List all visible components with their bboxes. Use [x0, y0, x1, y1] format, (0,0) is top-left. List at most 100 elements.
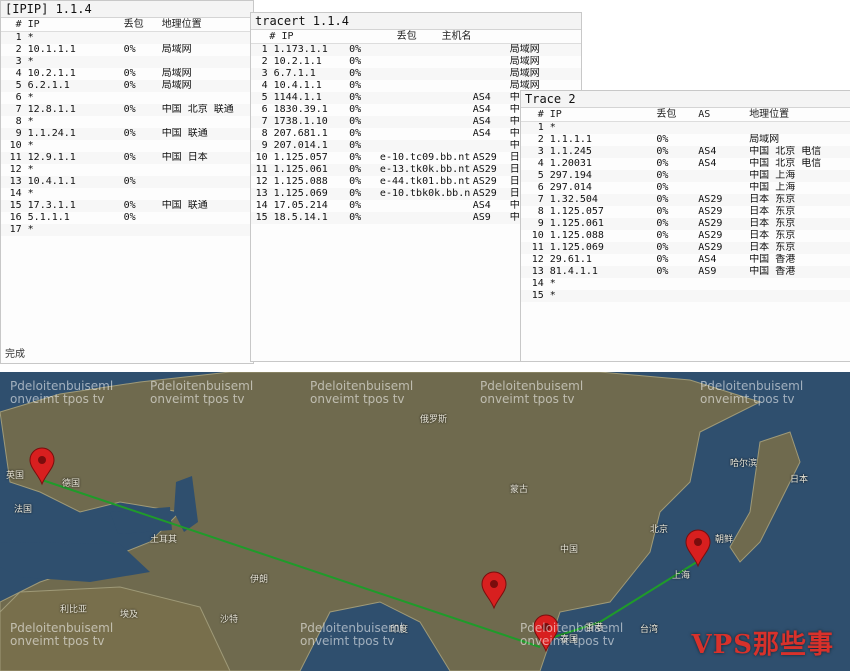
hop-loss [121, 164, 159, 176]
hop-row[interactable]: 4 1.20031 0% AS4 中国 北京 电信 [521, 158, 850, 170]
traceroute-window-1: [IPIP] 1.1.4 # IP 丢包 地理位置 1 * 2 10.1.1.1 0% 局… [0, 0, 254, 364]
hop-number: 7 [537, 194, 544, 205]
hop-row[interactable]: 10 * [1, 140, 253, 152]
hop-loss [653, 290, 695, 302]
hop-row[interactable]: 1 * [1, 32, 253, 44]
hop-row[interactable]: 1 1.173.1.1 0% 局域网 [251, 44, 581, 56]
hop-row[interactable]: 5 297.194 0% 中国 上海 [521, 170, 850, 182]
watermark: Pdeloitenbuiseml onveimt tpos tv [300, 621, 404, 648]
hop-number: 12 [531, 254, 544, 265]
hop-row[interactable]: 14 * [1, 188, 253, 200]
hop-row[interactable]: 7 1.32.504 0% AS29 日本 东京 [521, 194, 850, 206]
hop-ip: 1.125.057 [273, 152, 328, 163]
hop-row[interactable]: 4 10.2.1.1 0% 局域网 [1, 68, 253, 80]
column-header[interactable]: # [521, 108, 547, 121]
hop-row[interactable]: 13 81.4.1.1 0% AS9 中国 香港 [521, 266, 850, 278]
hop-as [470, 140, 507, 152]
column-header[interactable]: 丢包 [653, 108, 695, 121]
hop-ip: 17.3.1.1 [27, 200, 76, 211]
hop-as: AS4 [472, 104, 491, 115]
hop-row[interactable]: 6 297.014 0% 中国 上海 [521, 182, 850, 194]
hop-location [159, 212, 253, 224]
hop-row[interactable]: 1 * [521, 122, 850, 134]
hop-as: AS29 [472, 152, 497, 163]
hop-loss: 0% [349, 104, 362, 115]
column-header[interactable]: 地理位置 [746, 108, 850, 121]
hop-row[interactable]: 17 * [1, 224, 253, 236]
hop-row[interactable]: 2 10.2.1.1 0% 局域网 [251, 56, 581, 68]
hop-number: 9 [15, 128, 22, 139]
hop-number: 1 [261, 44, 268, 55]
hop-ip: 1144.1.1 [273, 92, 322, 103]
hop-row[interactable]: 3 * [1, 56, 253, 68]
hop-ip: 1.32.504 [549, 194, 598, 205]
hop-row[interactable]: 16 5.1.1.1 0% [1, 212, 253, 224]
hop-location: 中国 香港 [749, 266, 796, 277]
hop-number: 8 [537, 206, 544, 217]
column-header[interactable]: 丢包 [121, 18, 159, 31]
hop-number: 2 [261, 56, 268, 67]
hop-row[interactable]: 2 1.1.1.1 0% 局域网 [521, 134, 850, 146]
hop-number: 15 [9, 200, 22, 211]
column-header[interactable]: 丢包 [394, 30, 439, 43]
hop-row[interactable]: 15 17.3.1.1 0% 中国 联通 [1, 200, 253, 212]
hop-ip: 29.61.1 [549, 254, 592, 265]
hop-row[interactable]: 8 1.125.057 0% AS29 日本 东京 [521, 206, 850, 218]
hop-location: 局域网 [509, 44, 540, 55]
hop-loss [121, 224, 159, 236]
hop-loss: 0% [123, 44, 136, 55]
column-header[interactable]: 地理位置 [159, 18, 253, 31]
hop-row[interactable]: 7 12.8.1.1 0% 中国 北京 联通 [1, 104, 253, 116]
hop-row[interactable]: 6 * [1, 92, 253, 104]
hop-number: 15 [255, 212, 268, 223]
hop-loss: 0% [656, 230, 669, 241]
column-header[interactable]: # [251, 30, 278, 43]
hop-hostname [377, 56, 470, 68]
hop-ip: 1.125.069 [273, 188, 328, 199]
hop-row[interactable]: 14 * [521, 278, 850, 290]
hop-row[interactable]: 8 * [1, 116, 253, 128]
hop-location [159, 140, 253, 152]
hop-number: 7 [15, 104, 22, 115]
hop-location [159, 188, 253, 200]
column-header[interactable]: IP [547, 108, 654, 121]
hop-hostname [377, 128, 470, 140]
hop-number: 3 [15, 56, 22, 67]
hop-loss: 0% [656, 182, 669, 193]
hop-row[interactable]: 12 * [1, 164, 253, 176]
hop-ip: 6.7.1.1 [273, 68, 316, 79]
hop-location: 日本 东京 [749, 242, 796, 253]
hop-row[interactable]: 3 6.7.1.1 0% 局域网 [251, 68, 581, 80]
hop-number: 5 [15, 80, 22, 91]
hop-number: 1 [537, 122, 544, 133]
hop-location: 局域网 [509, 68, 540, 79]
hop-row[interactable]: 11 12.9.1.1 0% 中国 日本 [1, 152, 253, 164]
hop-number: 2 [537, 134, 544, 145]
map-label: 伊朗 [250, 575, 269, 585]
hop-loss: 0% [349, 68, 362, 79]
column-header[interactable]: AS [695, 108, 746, 121]
hop-as [695, 170, 746, 182]
hop-row[interactable]: 9 1.1.24.1 0% 中国 联通 [1, 128, 253, 140]
hop-row[interactable]: 12 29.61.1 0% AS4 中国 香港 [521, 254, 850, 266]
column-header[interactable]: 主机名 [439, 30, 581, 43]
hop-location: 中国 北京 电信 [749, 158, 822, 169]
hop-as: AS29 [698, 218, 723, 229]
hop-row[interactable]: 3 1.1.245 0% AS4 中国 北京 电信 [521, 146, 850, 158]
hop-row[interactable]: 9 1.125.061 0% AS29 日本 东京 [521, 218, 850, 230]
hop-as [470, 68, 507, 80]
hop-row[interactable]: 15 * [521, 290, 850, 302]
hop-row[interactable]: 2 10.1.1.1 0% 局域网 [1, 44, 253, 56]
hop-loss: 0% [123, 68, 136, 79]
hop-location: 局域网 [509, 56, 540, 67]
hop-row[interactable]: 13 10.4.1.1 0% [1, 176, 253, 188]
hop-loss: 0% [349, 80, 362, 91]
column-header[interactable]: IP [278, 30, 393, 43]
column-header[interactable]: # [1, 18, 25, 31]
hop-row[interactable]: 10 1.125.088 0% AS29 日本 东京 [521, 230, 850, 242]
hop-ip: 1.1.1.1 [549, 134, 592, 145]
hop-row[interactable]: 5 6.2.1.1 0% 局域网 [1, 80, 253, 92]
hop-row[interactable]: 11 1.125.069 0% AS29 日本 东京 [521, 242, 850, 254]
column-header[interactable]: IP [25, 18, 121, 31]
map-label: 俄罗斯 [420, 415, 448, 425]
